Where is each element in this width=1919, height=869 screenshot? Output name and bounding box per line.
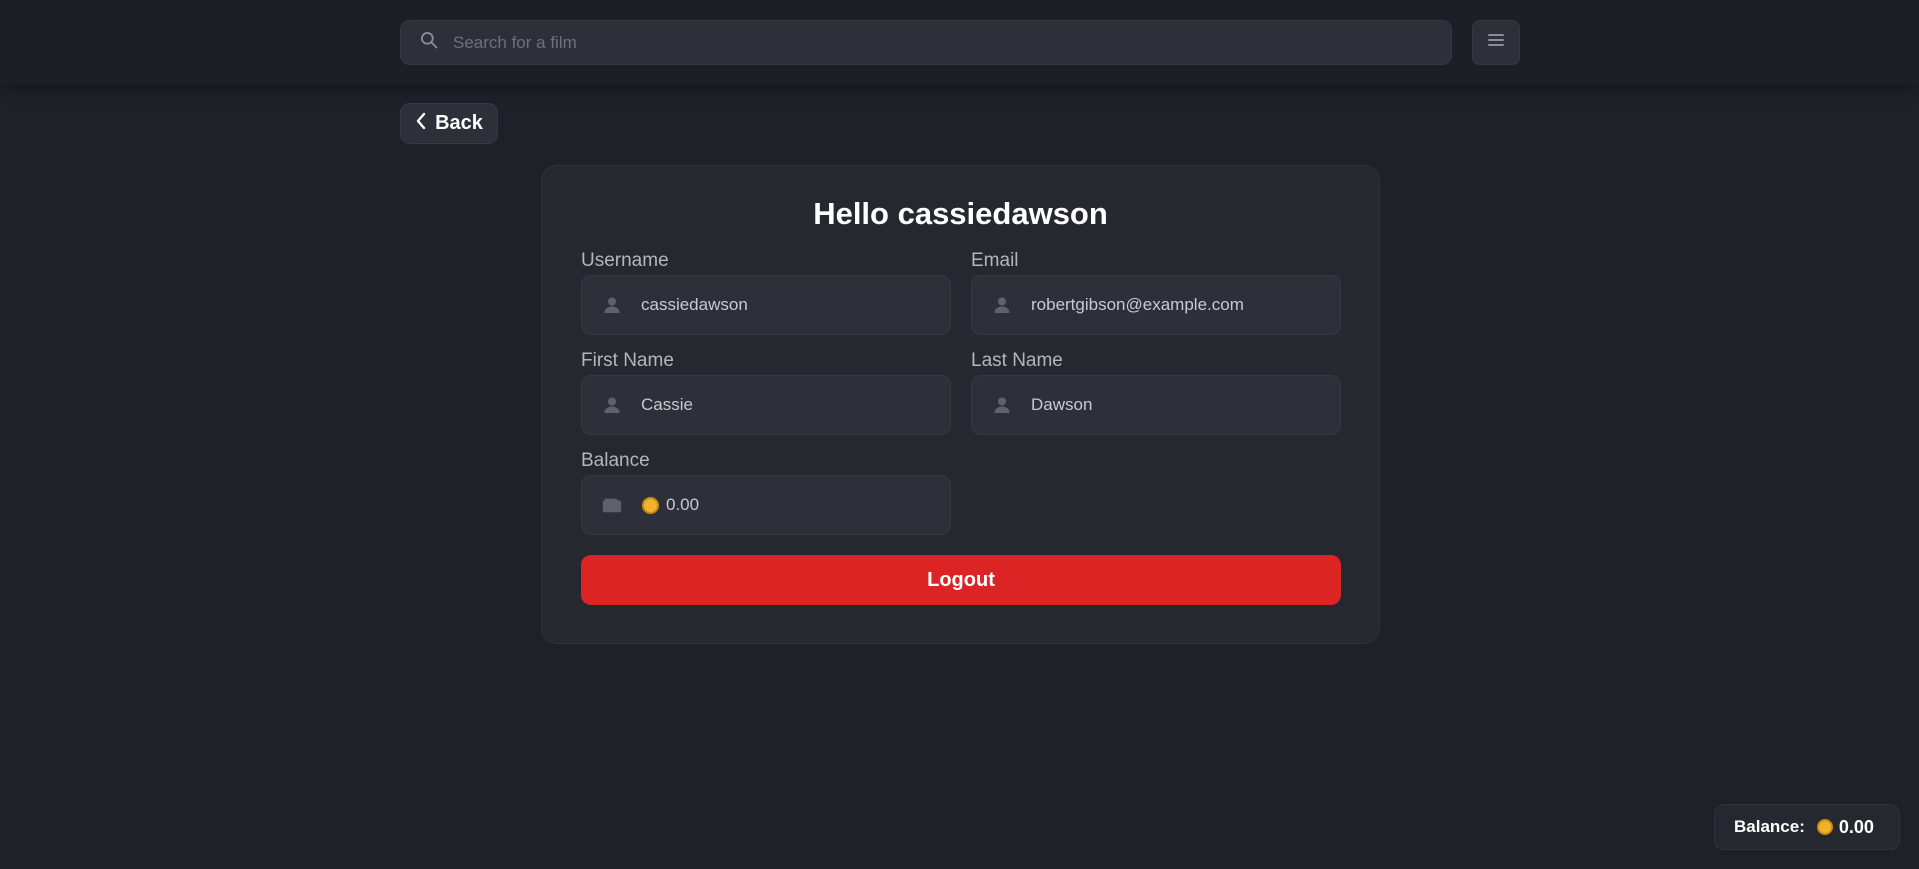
balance-chip: Balance: 0.00 <box>1714 804 1900 850</box>
balance-chip-label: Balance: <box>1734 817 1805 836</box>
balance-chip-amount: 0.00 <box>1838 816 1874 837</box>
user-icon <box>602 395 622 415</box>
last-name-field[interactable]: Dawson <box>971 375 1341 435</box>
search-icon <box>419 30 439 55</box>
top-header <box>0 0 1919 84</box>
back-label: Back <box>435 112 483 134</box>
balance-value: 0.00 <box>666 495 700 514</box>
hamburger-icon <box>1487 33 1505 52</box>
first-name-field[interactable]: Cassie <box>581 375 951 435</box>
first-name-label: First Name <box>581 350 674 371</box>
coin-icon <box>1816 819 1833 835</box>
balance-label: Balance <box>581 450 650 471</box>
page-title: Hello cassiedawson <box>813 196 1108 231</box>
username-value: cassiedawson <box>641 295 748 314</box>
wallet-icon <box>602 495 622 515</box>
email-field[interactable]: robertgibson@example.com <box>971 275 1341 335</box>
user-icon <box>992 295 1012 315</box>
balance-field: 0.00 <box>581 475 951 535</box>
search-input[interactable] <box>451 31 1411 54</box>
coin-icon <box>642 496 659 514</box>
last-name-value: Dawson <box>1031 395 1093 414</box>
email-label: Email <box>971 250 1019 271</box>
search-bar[interactable] <box>400 20 1452 65</box>
last-name-label: Last Name <box>971 350 1063 371</box>
chevron-left-icon <box>415 112 427 136</box>
user-icon <box>992 395 1012 415</box>
menu-button[interactable] <box>1472 20 1520 65</box>
first-name-value: Cassie <box>641 395 693 414</box>
logout-button[interactable]: Logout <box>581 555 1341 605</box>
username-label: Username <box>581 250 669 271</box>
username-field[interactable]: cassiedawson <box>581 275 951 335</box>
back-button[interactable]: Back <box>400 103 498 144</box>
profile-card: Hello cassiedawson Username cassiedawson… <box>541 165 1380 644</box>
user-icon <box>602 295 622 315</box>
email-value: robertgibson@example.com <box>1031 295 1244 314</box>
